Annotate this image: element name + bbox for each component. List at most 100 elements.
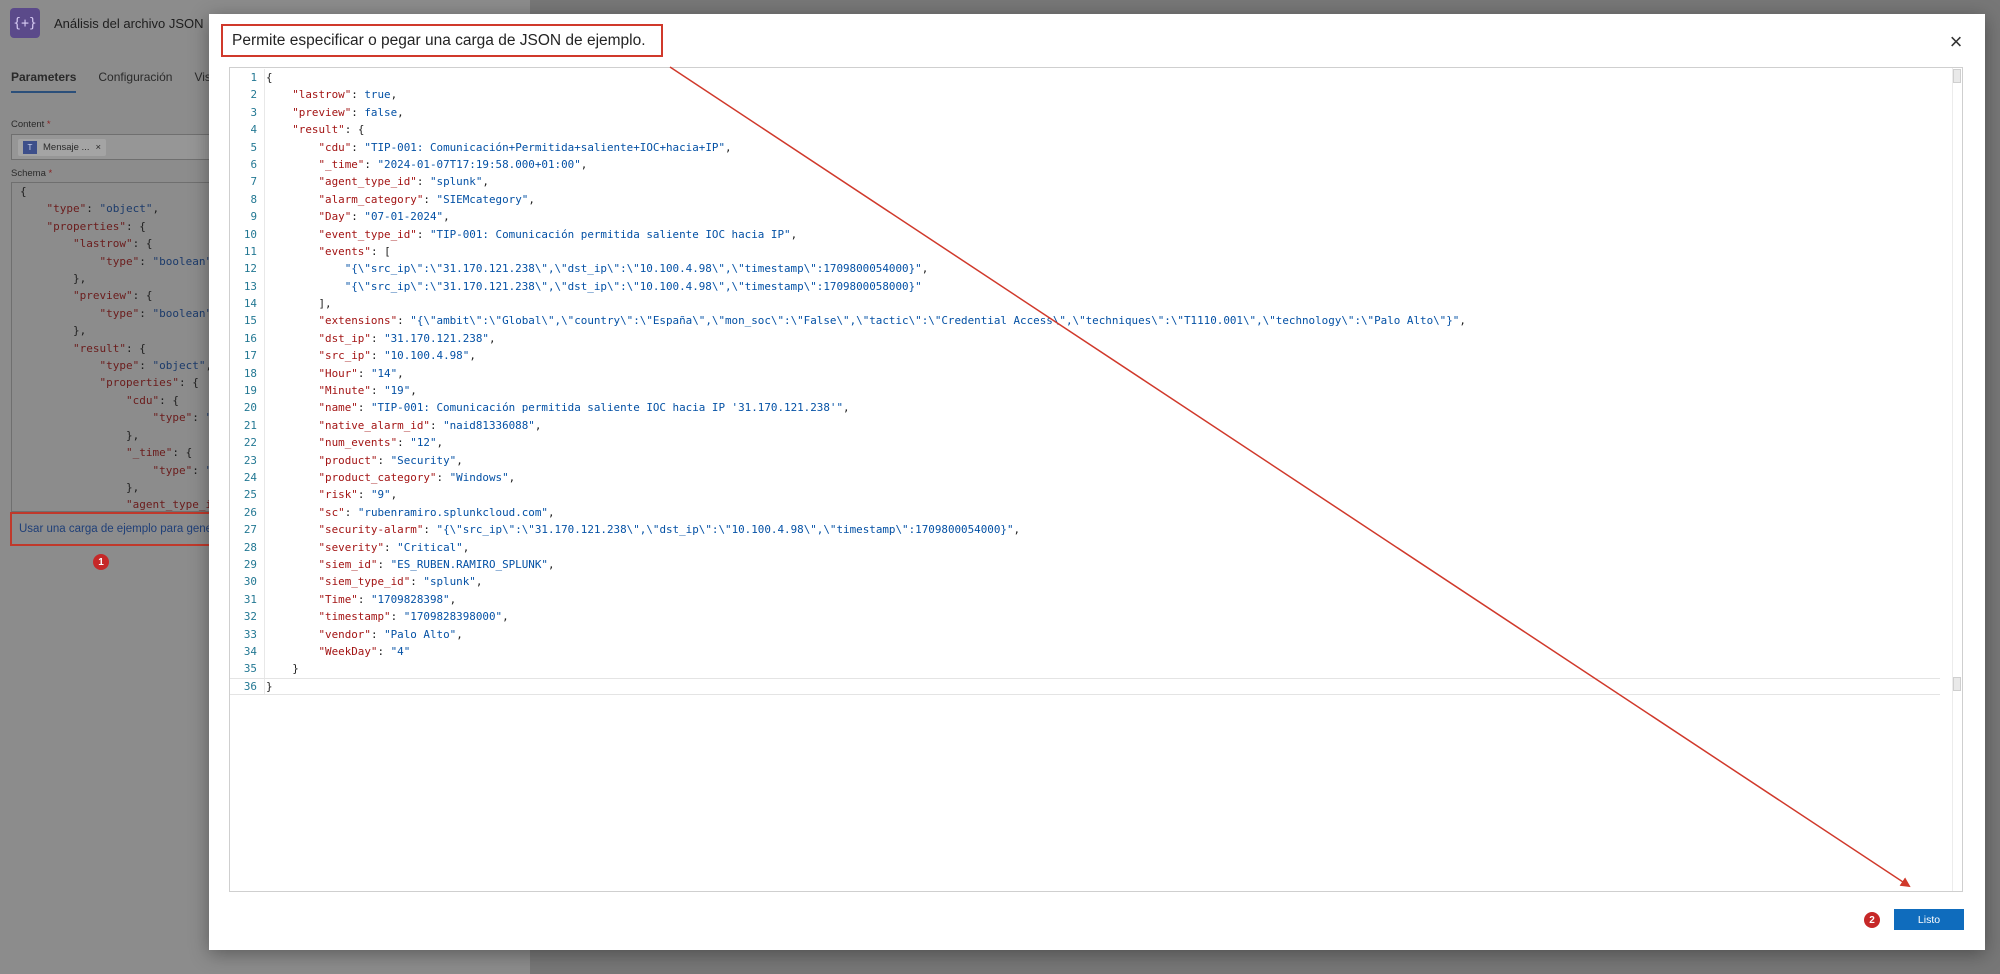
line-text: "events": [ — [264, 242, 391, 261]
code-line[interactable]: 28 "severity": "Critical", — [230, 538, 1940, 556]
line-text: "cdu": "TIP-001: Comunicación+Permitida+… — [264, 138, 732, 156]
code-line[interactable]: 16 "dst_ip": "31.170.121.238", — [230, 329, 1940, 348]
code-line[interactable]: 11 "events": [ — [230, 242, 1940, 261]
schema-line: "lastrow": { — [72, 237, 153, 251]
line-text: "dst_ip": "31.170.121.238", — [264, 329, 496, 348]
schema-label: Schema * — [11, 168, 53, 179]
line-text: "siem_type_id": "splunk", — [264, 573, 482, 591]
line-text: "extensions": "{\"ambit\":\"Global\",\"c… — [264, 312, 1466, 330]
code-line[interactable]: 19 "Minute": "19", — [230, 382, 1940, 400]
close-icon[interactable]: × — [1945, 31, 1967, 54]
done-button[interactable]: Listo — [1894, 909, 1964, 930]
line-text: "risk": "9", — [264, 486, 397, 504]
code-line[interactable]: 5 "cdu": "TIP-001: Comunicación+Permitid… — [230, 138, 1940, 156]
code-line[interactable]: 12 "{\"src_ip\":\"31.170.121.238\",\"dst… — [230, 260, 1940, 278]
code-line[interactable]: 24 "product_category": "Windows", — [230, 468, 1940, 487]
line-text: { — [264, 69, 273, 87]
line-number: 28 — [243, 540, 257, 554]
code-line[interactable]: 8 "alarm_category": "SIEMcategory", — [230, 190, 1940, 209]
line-text: "product_category": "Windows", — [264, 468, 515, 487]
line-text: "src_ip": "10.100.4.98", — [264, 347, 476, 365]
line-text: "preview": false, — [264, 103, 404, 122]
code-line[interactable]: 6 "_time": "2024-01-07T17:19:58.000+01:0… — [230, 155, 1940, 174]
line-text: } — [264, 660, 299, 678]
code-line[interactable]: 15 "extensions": "{\"ambit\":\"Global\",… — [230, 312, 1940, 330]
line-number: 8 — [250, 192, 257, 206]
code-line[interactable]: 23 "product": "Security", — [230, 451, 1940, 469]
schema-line: "type": "object", — [46, 202, 160, 216]
code-line[interactable]: 35 } — [230, 660, 1940, 678]
schema-line: "_time": { — [125, 446, 193, 460]
code-line[interactable]: 22 "num_events": "12", — [230, 434, 1940, 452]
line-number: 13 — [243, 279, 257, 293]
line-number: 31 — [243, 592, 257, 606]
line-text: "agent_type_id": "splunk", — [264, 173, 489, 191]
line-text: "_time": "2024-01-07T17:19:58.000+01:00"… — [264, 155, 587, 174]
use-sample-payload-link[interactable]: Usar una carga de ejemplo para generar e… — [19, 523, 219, 535]
code-line[interactable]: 21 "native_alarm_id": "naid81336088", — [230, 416, 1940, 435]
code-line[interactable]: 25 "risk": "9", — [230, 486, 1940, 504]
code-line[interactable]: 18 "Hour": "14", — [230, 364, 1940, 383]
code-line[interactable]: 10 "event_type_id": "TIP-001: Comunicaci… — [230, 225, 1940, 243]
json-parse-icon: {+} — [10, 8, 40, 38]
code-line[interactable]: 13 "{\"src_ip\":\"31.170.121.238\",\"dst… — [230, 277, 1940, 296]
code-line[interactable]: 3 "preview": false, — [230, 103, 1940, 122]
code-line[interactable]: 1{ — [230, 69, 1940, 87]
line-number: 10 — [243, 227, 257, 241]
code-line[interactable]: 36} — [230, 677, 1940, 696]
line-number: 6 — [250, 157, 257, 171]
line-number: 25 — [243, 488, 257, 502]
tab-configuracion[interactable]: Configuración — [98, 70, 172, 93]
dialog-title-highlight: Permite especificar o pegar una carga de… — [221, 24, 663, 57]
line-number: 30 — [243, 575, 257, 589]
dialog-title: Permite especificar o pegar una carga de… — [232, 31, 646, 49]
step-badge-2: 2 — [1864, 912, 1880, 928]
line-number: 34 — [243, 644, 257, 658]
schema-line: "properties": { — [46, 219, 146, 233]
code-line[interactable]: 33 "vendor": "Palo Alto", — [230, 625, 1940, 643]
schema-line: "type": "boolean" — [99, 254, 211, 268]
line-text: "alarm_category": "SIEMcategory", — [264, 190, 535, 209]
panel-header: {+} Análisis del archivo JSON — [10, 8, 204, 38]
schema-editor[interactable]: { "type": "object", "properties": { "las… — [11, 182, 211, 512]
tab-parameters[interactable]: Parameters — [11, 70, 77, 93]
schema-line: "properties": { — [99, 376, 199, 390]
sample-payload-dialog: Permite especificar o pegar una carga de… — [209, 14, 1985, 950]
dynamic-content-token[interactable]: T Mensaje ... × — [18, 138, 107, 156]
code-line[interactable]: 31 "Time": "1709828398", — [230, 590, 1940, 609]
line-number: 11 — [243, 244, 257, 258]
code-line[interactable]: 26 "sc": "rubenramiro.splunkcloud.com", — [230, 503, 1940, 522]
code-line[interactable]: 27 "security-alarm": "{\"src_ip\":\"31.1… — [230, 521, 1940, 539]
json-code-editor[interactable]: 1{2 "lastrow": true, 3 "preview": false, 4… — [229, 67, 1963, 892]
code-line[interactable]: 20 "name": "TIP-001: Comunicación permit… — [230, 399, 1940, 417]
line-number: 4 — [250, 123, 257, 137]
line-text: "result": { — [264, 121, 364, 139]
code-line[interactable]: 29 "siem_id": "ES_RUBEN.RAMIRO_SPLUNK", — [230, 555, 1940, 574]
schema-line: "agent_type_id": { — [125, 498, 211, 512]
schema-line: "cdu": { — [125, 393, 179, 407]
code-line[interactable]: 30 "siem_type_id": "splunk", — [230, 573, 1940, 591]
line-number: 21 — [243, 418, 257, 432]
line-text: "event_type_id": "TIP-001: Comunicación … — [264, 225, 797, 243]
schema-line: "type": "string" — [152, 411, 210, 425]
line-number: 9 — [250, 210, 257, 224]
line-number: 16 — [243, 331, 257, 345]
code-line[interactable]: 34 "WeekDay": "4" — [230, 642, 1940, 661]
line-text: "siem_id": "ES_RUBEN.RAMIRO_SPLUNK", — [264, 555, 555, 574]
code-line[interactable]: 9 "Day": "07-01-2024", — [230, 208, 1940, 226]
scrollbar-cursor-marker — [1953, 677, 1961, 691]
editor-scrollbar[interactable] — [1952, 68, 1962, 891]
code-line[interactable]: 2 "lastrow": true, — [230, 86, 1940, 104]
line-text: "severity": "Critical", — [264, 538, 469, 556]
code-line[interactable]: 7 "agent_type_id": "splunk", — [230, 173, 1940, 191]
line-number: 7 — [250, 175, 257, 189]
code-line[interactable]: 14 ], — [230, 295, 1940, 313]
code-line[interactable]: 17 "src_ip": "10.100.4.98", — [230, 347, 1940, 365]
code-line[interactable]: 32 "timestamp": "1709828398000", — [230, 608, 1940, 626]
token-remove-icon[interactable]: × — [95, 142, 101, 153]
sample-payload-link-highlight: Usar una carga de ejemplo para generar e… — [10, 512, 221, 546]
line-text: "security-alarm": "{\"src_ip\":\"31.170.… — [264, 521, 1020, 539]
code-line[interactable]: 4 "result": { — [230, 121, 1940, 139]
content-label: Content * — [11, 119, 51, 130]
content-input[interactable]: T Mensaje ... × — [11, 134, 211, 160]
